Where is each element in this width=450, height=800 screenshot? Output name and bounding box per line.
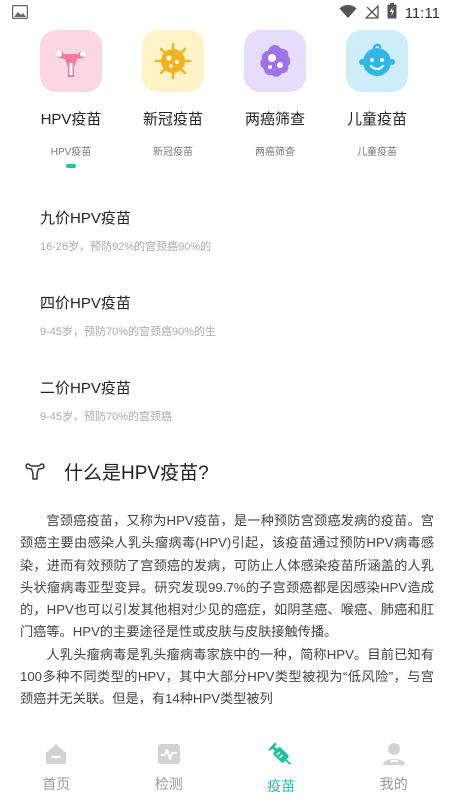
tab-indicator xyxy=(168,164,178,168)
tab-hpv-vaccine[interactable]: HPV疫苗 HPV疫苗 xyxy=(20,30,122,168)
vaccine-item-4-valent[interactable]: 四价HPV疫苗 9-45岁，预防70%的宫颈癌90%的生 xyxy=(40,280,440,365)
vaccine-description: 9-45岁，预防70%的宫颈癌 xyxy=(40,411,173,423)
tab-title: 新冠疫苗 xyxy=(142,111,203,128)
vaccine-description: 16-26岁，预防92%的宫颈癌90%的 xyxy=(40,241,212,253)
category-tabs: HPV疫苗 HPV疫苗 新冠疫苗 新冠疫苗 两癌筛查 两癌筛查 儿童疫苗 儿童疫… xyxy=(0,30,450,168)
syringe-icon xyxy=(268,742,294,772)
wifi-icon xyxy=(339,4,357,23)
tab-title: 儿童疫苗 xyxy=(346,111,407,128)
bottom-navigation: 首页 检测 疫苗 我的 xyxy=(0,734,450,800)
vaccine-item-2-valent[interactable]: 二价HPV疫苗 9-45岁，预防70%的宫颈癌 xyxy=(40,365,440,450)
tab-subtitle: 儿童疫苗 xyxy=(357,147,397,158)
virus-icon xyxy=(142,30,204,92)
article-paragraph: 人乳头瘤病毒是乳头瘤病毒家族中的一种，简称HPV。目前已知有100多种不同类型的… xyxy=(20,646,434,707)
article-paragraph: 宫颈癌疫苗，又称为HPV疫苗，是一种预防宫颈癌发病的疫苗。宫颈癌主要由感染人乳头… xyxy=(20,513,434,640)
nav-label: 我的 xyxy=(379,776,408,792)
nav-check[interactable]: 检测 xyxy=(113,734,226,800)
image-notification-icon xyxy=(11,4,29,23)
user-icon xyxy=(382,742,406,770)
nav-mine[interactable]: 我的 xyxy=(338,734,450,800)
monitor-icon xyxy=(157,742,181,770)
uterus-outline-icon xyxy=(24,459,46,485)
nav-home[interactable]: 首页 xyxy=(0,734,113,800)
vaccine-title: 四价HPV疫苗 xyxy=(40,295,131,312)
status-time: 11:11 xyxy=(404,4,440,22)
vaccine-title: 二价HPV疫苗 xyxy=(40,380,131,397)
nav-vaccine[interactable]: 疫苗 xyxy=(225,734,338,800)
tab-covid-vaccine[interactable]: 新冠疫苗 新冠疫苗 xyxy=(122,30,224,168)
cell-icon xyxy=(244,30,306,92)
baby-face-icon xyxy=(346,30,408,92)
vaccine-list: 九价HPV疫苗 16-26岁，预防92%的宫颈癌90%的 四价HPV疫苗 9-4… xyxy=(40,195,440,450)
battery-charging-icon xyxy=(387,3,397,23)
status-bar: 11:11 xyxy=(0,0,450,26)
tab-two-cancer-screening[interactable]: 两癌筛查 两癌筛查 xyxy=(224,30,326,168)
vaccine-item-9-valent[interactable]: 九价HPV疫苗 16-26岁，预防92%的宫颈癌90%的 xyxy=(40,195,440,280)
article-title: 什么是HPV疫苗? xyxy=(64,463,209,484)
nav-label: 检测 xyxy=(154,776,183,792)
no-signal-icon xyxy=(364,3,379,23)
home-icon xyxy=(44,742,68,770)
nav-label: 疫苗 xyxy=(267,778,296,794)
uterus-icon xyxy=(40,30,102,92)
active-tab-indicator xyxy=(66,164,76,168)
tab-subtitle: 两癌筛查 xyxy=(255,147,295,158)
nav-label: 首页 xyxy=(42,776,71,792)
tab-subtitle: HPV疫苗 xyxy=(50,147,92,158)
tab-title: 两癌筛查 xyxy=(244,111,305,128)
vaccine-title: 九价HPV疫苗 xyxy=(40,210,131,227)
tab-title: HPV疫苗 xyxy=(40,111,102,128)
article-header: 什么是HPV疫苗? xyxy=(24,458,209,485)
tab-child-vaccine[interactable]: 儿童疫苗 儿童疫苗 xyxy=(326,30,428,168)
vaccine-description: 9-45岁，预防70%的宫颈癌90%的生 xyxy=(40,326,217,338)
tab-indicator xyxy=(372,164,382,168)
tab-subtitle: 新冠疫苗 xyxy=(153,147,193,158)
tab-indicator xyxy=(270,164,280,168)
article-body: 宫颈癌疫苗，又称为HPV疫苗，是一种预防宫颈癌发病的疫苗。宫颈癌主要由感染人乳头… xyxy=(20,510,434,735)
